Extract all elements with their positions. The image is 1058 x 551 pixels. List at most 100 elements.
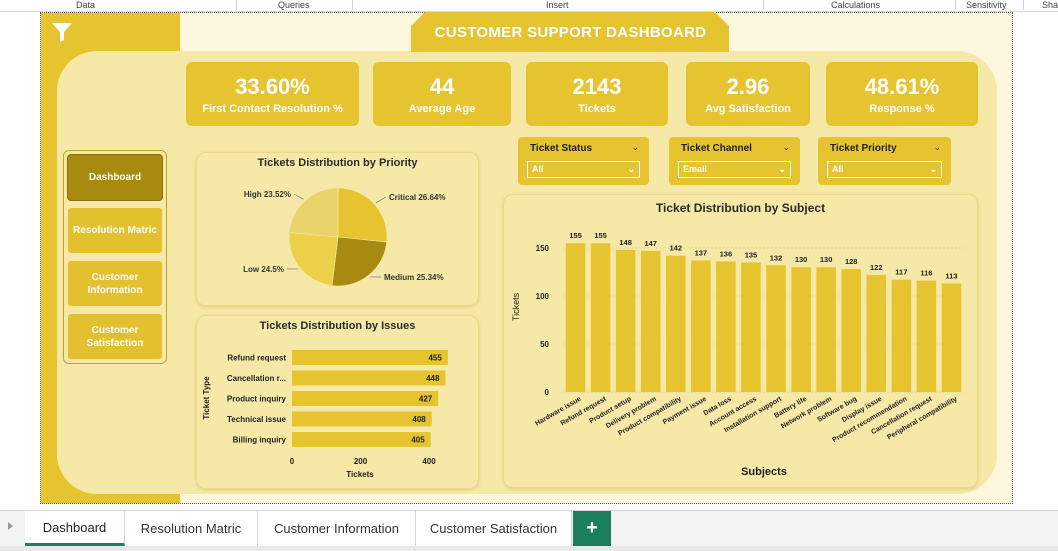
subject-bar [866,274,887,392]
tab-customer-information[interactable]: Customer Information [258,511,416,546]
priority-chart-panel: Tickets Distribution by Priority Critica… [196,152,479,306]
chevron-down-icon[interactable]: ⌄ [933,142,941,153]
issues-bar [292,391,439,406]
kpi-label: Average Age [408,103,476,115]
subject-data-label: 130 [820,255,833,264]
subject-y-axis-label: Tickets [511,292,521,321]
subject-bar [766,265,786,392]
ticket-priority-slicer[interactable]: Ticket Priority ⌄ All ⌄ [818,137,951,185]
subject-data-label: 142 [670,244,683,253]
subject-bar [741,262,761,392]
subject-bar [791,267,811,392]
ribbon-bar: Data Queries Insert Calculations Sensiti… [0,0,1058,12]
tab-customer-satisfaction[interactable]: Customer Satisfaction [416,511,572,546]
subject-y-tick: 100 [536,292,550,301]
filter-icon[interactable] [51,21,73,43]
subject-bar [941,283,962,392]
tab-resolution-matric[interactable]: Resolution Matric [125,511,258,546]
priority-pie-chart: Critical 26.64% Medium 25.34% Low 24.5% Hig… [243,187,445,287]
subject-bar [891,279,912,392]
ribbon-sensitivity[interactable]: Sensitivity [966,0,1007,10]
subject-data-label: 147 [644,239,657,248]
tab-dashboard[interactable]: Dashboard [25,511,125,546]
nav-dashboard-button[interactable]: Dashboard [67,154,163,201]
subject-bar [716,261,736,392]
issues-chart-panel: Tickets Distribution by Issues Ticket Ty… [196,315,479,489]
slicer-value: All [832,164,844,174]
kpi-value: 48.61% [864,74,940,99]
ticket-status-slicer[interactable]: Ticket Status ⌄ All ⌄ [518,137,649,185]
slicer-value: Email [683,164,708,174]
kpi-label: First Contact Resolution % [202,103,343,115]
pie-label: Critical 26.64% [389,193,445,202]
issues-category-label: Technical issue [227,415,287,424]
chevron-down-icon[interactable]: ⌄ [631,142,639,153]
issues-data-label: 405 [411,436,425,445]
subject-data-label: 155 [569,231,582,240]
issues-bar [292,370,446,386]
ticket-channel-dropdown[interactable]: Email ⌄ [678,161,791,178]
kpi-value: 2.96 [726,74,770,99]
slicer-value: All [532,164,544,174]
subject-bar [565,243,586,392]
chevron-down-icon: ⌄ [778,164,786,174]
subject-bar [640,250,661,392]
issues-bar-chart: Ticket Type Refund request 455 Cancellation… [202,350,448,479]
subject-data-label: 117 [895,268,907,277]
pie-label: Low 24.5% [243,265,284,274]
subject-x-axis-label: Subjects [741,466,787,478]
kpi-value: 2143 [572,74,622,99]
pie-leader-line [375,196,387,204]
subject-y-tick: 0 [545,388,550,397]
status-strip [0,546,1058,551]
ribbon-queries[interactable]: Queries [278,0,310,10]
kpi-avg-satisfaction: 2.96 Avg Satisfaction [686,62,810,126]
kpi-average-age: 44 Average Age [373,62,511,126]
issues-bar [292,411,432,427]
ticket-channel-slicer[interactable]: Ticket Channel ⌄ Email ⌄ [669,137,800,185]
scroll-left-icon[interactable] [8,522,13,530]
issues-data-label: 427 [419,395,433,404]
subject-data-label: 135 [745,250,758,259]
pie-slice-medium [331,236,388,287]
kpi-value: 44 [429,74,455,99]
nav-customer-information-button[interactable]: Customer Information [67,260,163,307]
subject-data-label: 113 [945,272,957,281]
issues-y-axis-label: Ticket Type [202,376,211,420]
subject-bar [916,280,937,392]
chevron-down-icon: ⌄ [627,164,635,174]
kpi-tickets: 2143 Tickets [526,62,668,126]
kpi-label: Response % [869,103,935,115]
pie-label: High 23.52% [244,190,291,199]
subject-chart-panel: Ticket Distribution by Subject 0 50 100 150… [503,194,978,488]
issues-data-label: 408 [412,415,426,424]
kpi-value: 33.60% [235,74,310,99]
issues-bar [292,350,448,365]
nav-customer-satisfaction-button[interactable]: Customer Satisfaction [67,313,163,360]
issues-x-axis-label: Tickets [346,470,374,479]
subject-bar [666,255,686,392]
ticket-priority-dropdown[interactable]: All ⌄ [827,161,942,178]
chevron-down-icon: ⌄ [929,164,937,174]
subject-data-label: 132 [770,253,783,262]
issues-bar [292,432,431,447]
issues-x-tick: 200 [354,457,368,466]
issues-x-tick: 0 [290,457,295,466]
subject-bar [691,260,711,392]
chevron-down-icon[interactable]: ⌄ [782,142,790,153]
pie-leader-line [293,193,304,200]
subject-data-label: 155 [594,231,607,240]
plus-icon[interactable]: + [573,511,611,546]
ribbon-insert[interactable]: Insert [546,0,569,10]
subject-y-tick: 150 [536,244,550,253]
ribbon-data[interactable]: Data [76,0,95,10]
nav-resolution-matric-button[interactable]: Resolution Matric [67,207,163,254]
subject-data-label: 116 [920,269,932,278]
ribbon-share[interactable]: Sha [1042,0,1058,10]
ribbon-calculations[interactable]: Calculations [831,0,880,10]
pie-slice-low [288,232,339,286]
kpi-label: Tickets [578,103,616,115]
slicer-label: Ticket Status [530,143,593,154]
ticket-status-dropdown[interactable]: All ⌄ [527,161,640,178]
subject-data-label: 137 [695,248,708,257]
